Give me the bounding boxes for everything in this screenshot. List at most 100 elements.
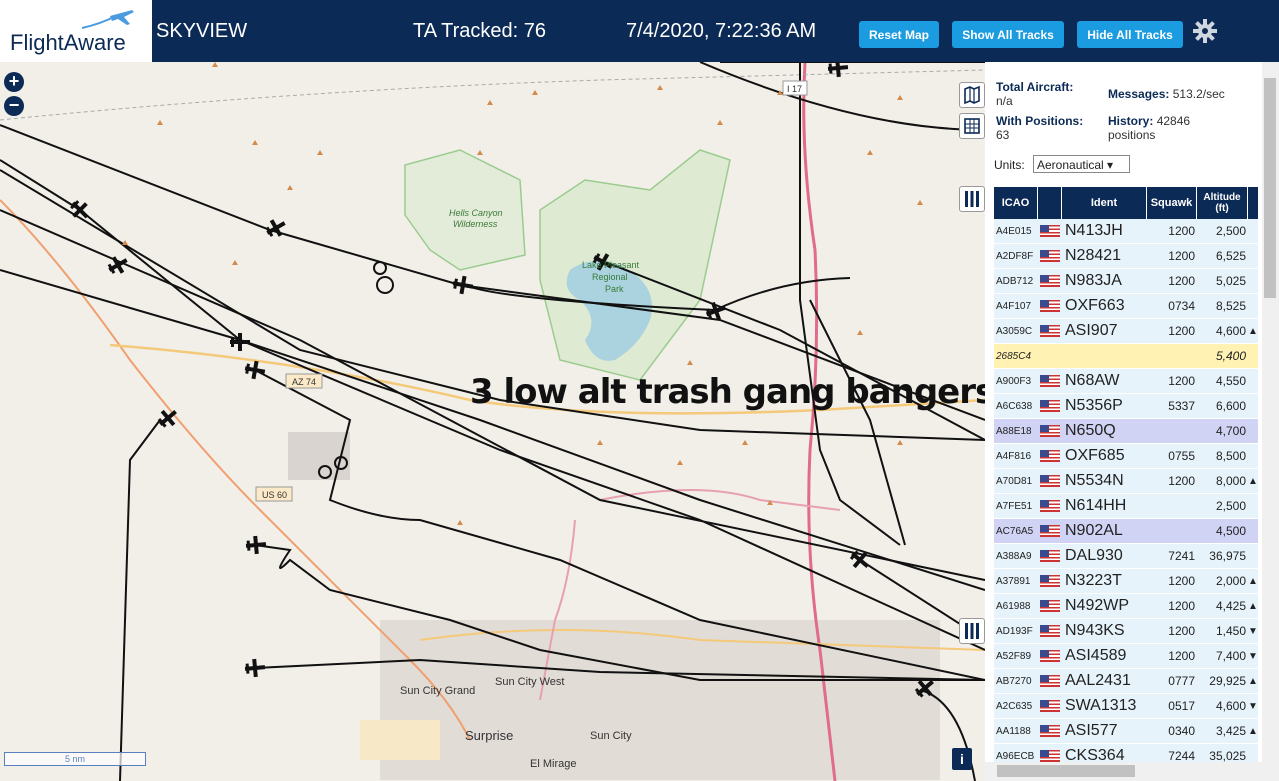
col-icao[interactable]: ICAO: [994, 187, 1038, 219]
icao-cell: A4F107: [996, 300, 1032, 312]
vertical-scroll-thumb[interactable]: [1264, 78, 1276, 298]
zoom-out-button[interactable]: −: [4, 96, 24, 116]
table-row[interactable]: A70D81 N5534N 1200 8,000 ▲: [994, 469, 1258, 494]
squawk-cell: 1200: [1168, 249, 1195, 263]
squawk-cell: 0517: [1168, 699, 1195, 713]
aircraft-icon[interactable]: [230, 333, 250, 351]
map-canvas[interactable]: Hells Canyon Wilderness Lake Pleasant Re…: [0, 62, 985, 781]
altitude-cell: 8,500: [1215, 449, 1246, 463]
squawk-cell: 1200: [1168, 599, 1195, 613]
grid-icon: [964, 118, 980, 134]
us-flag-icon: [1040, 450, 1060, 462]
squawk-cell: 0755: [1168, 449, 1195, 463]
table-row[interactable]: A37891 N3223T 1200 2,000 ▲: [994, 569, 1258, 594]
trend-cell: ▲: [1248, 575, 1258, 587]
reset-map-button[interactable]: Reset Map: [859, 21, 939, 48]
icao-cell: A37891: [996, 575, 1031, 587]
flightaware-logo[interactable]: FlightAware: [0, 0, 152, 62]
table-row[interactable]: A4E015 N413JH 1200 2,500: [994, 219, 1258, 244]
col-squawk[interactable]: Squawk: [1147, 187, 1197, 219]
table-row[interactable]: A88E18 N650Q 4,700: [994, 419, 1258, 444]
table-row[interactable]: A52F89 ASI4589 1200 7,400 ▼: [994, 644, 1258, 669]
lake-label-1: Lake Pleasant: [582, 260, 640, 270]
flag-cell: [1038, 725, 1062, 737]
ident-cell: DAL930: [1065, 547, 1123, 564]
horizontal-scroll-thumb[interactable]: [997, 765, 1135, 777]
aircraft-icon[interactable]: [263, 215, 289, 241]
map-layers-button[interactable]: [959, 82, 985, 108]
altitude-cell: 1,450: [1215, 624, 1246, 638]
table-row[interactable]: AA1188 ASI577 0340 3,425 ▲: [994, 719, 1258, 744]
squawk-cell: 0734: [1168, 299, 1195, 313]
info-button[interactable]: i: [952, 748, 972, 770]
boundary-line: [0, 69, 985, 121]
flag-cell: [1038, 225, 1062, 237]
us-flag-icon: [1040, 600, 1060, 612]
messages-label: Messages:: [1108, 87, 1170, 101]
us-flag-icon: [1040, 725, 1060, 737]
positions-stat: With Positions: 63: [996, 114, 1083, 142]
col-flag[interactable]: [1038, 187, 1062, 219]
ident-cell: OXF685: [1065, 447, 1125, 464]
map-icon: [964, 85, 980, 105]
trend-cell: ▲: [1248, 675, 1258, 687]
table-row[interactable]: AB7270 AAL2431 0777 29,925 ▲: [994, 669, 1258, 694]
us-flag-icon: [1040, 525, 1060, 537]
table-row[interactable]: A6C638 N5356P 5337 6,600: [994, 394, 1258, 419]
col-ident[interactable]: Ident: [1062, 187, 1147, 219]
show-all-tracks-button[interactable]: Show All Tracks: [952, 21, 1064, 48]
col-altitude[interactable]: Altitude (ft): [1197, 187, 1248, 219]
flag-cell: [1038, 550, 1062, 562]
table-row[interactable]: A2DF8F N28421 1200 6,525: [994, 244, 1258, 269]
icao-cell: 2685C4: [996, 350, 1032, 362]
aircraft-icon[interactable]: [452, 274, 475, 295]
us-flag-icon: [1040, 475, 1060, 487]
icao-cell: A4F816: [996, 450, 1032, 462]
trend-cell: ▲: [1248, 475, 1258, 487]
columns-button[interactable]: [959, 186, 985, 212]
aircraft-icon[interactable]: [67, 197, 94, 224]
icao-cell: AA1188: [996, 725, 1031, 737]
flag-cell: [1038, 575, 1062, 587]
table-row[interactable]: A61988 N492WP 1200 4,425 ▲: [994, 594, 1258, 619]
units-select[interactable]: Aeronautical ▾: [1033, 155, 1130, 173]
aircraft-icon[interactable]: [827, 62, 849, 78]
hide-all-tracks-button[interactable]: Hide All Tracks: [1077, 21, 1183, 48]
table-row[interactable]: A3059C ASI907 1200 4,600 ▲: [994, 319, 1258, 344]
table-row[interactable]: ADB712 N983JA 1200 5,025: [994, 269, 1258, 294]
squawk-cell: 1200: [1168, 574, 1195, 588]
us-flag-icon: [1040, 625, 1060, 637]
us-flag-icon: [1040, 300, 1060, 312]
icao-cell: AC76A5: [996, 525, 1034, 537]
altitude-cell: 6,600: [1215, 399, 1246, 413]
altitude-cell: 5,400: [1215, 349, 1246, 363]
table-row[interactable]: A900F3 N68AW 1200 4,550: [994, 369, 1258, 394]
table-row[interactable]: A4F107 OXF663 0734 8,525: [994, 294, 1258, 319]
table-row[interactable]: A7FE51 N614HH 2,500: [994, 494, 1258, 519]
table-row[interactable]: A2C635 SWA1313 0517 4,600 ▼: [994, 694, 1258, 719]
icao-cell: A61988: [996, 600, 1031, 612]
altitude-cell: 4,550: [1215, 374, 1246, 388]
table-row[interactable]: 2685C4 5,400: [994, 344, 1258, 369]
table-row[interactable]: AC76A5 N902AL 4,500: [994, 519, 1258, 544]
us60-label: US 60: [262, 490, 287, 500]
top-bar: FlightAware SKYVIEW TA Tracked: 76 7/4/2…: [0, 0, 1279, 62]
flag-cell: [1038, 300, 1062, 312]
flag-cell: [1038, 400, 1062, 412]
zoom-in-button[interactable]: +: [4, 72, 24, 92]
table-row[interactable]: A388A9 DAL930 7241 36,975: [994, 544, 1258, 569]
icao-cell: A2C635: [996, 700, 1033, 712]
panel-toggle-button[interactable]: [959, 618, 985, 644]
aircraft-icon[interactable]: [245, 535, 267, 555]
squawk-cell: 1200: [1168, 474, 1195, 488]
ident-cell: N614HH: [1065, 497, 1127, 514]
history-label: History:: [1108, 114, 1154, 128]
altitude-cell: 6,525: [1215, 249, 1246, 263]
grid-button[interactable]: [959, 113, 985, 139]
aircraft-icon[interactable]: [244, 658, 266, 678]
ident-cell: AAL2431: [1065, 672, 1131, 689]
map-view[interactable]: Hells Canyon Wilderness Lake Pleasant Re…: [0, 62, 985, 781]
gear-icon[interactable]: [1192, 18, 1218, 44]
table-row[interactable]: A4F816 OXF685 0755 8,500: [994, 444, 1258, 469]
table-row[interactable]: AD193F N943KS 1200 1,450 ▼: [994, 619, 1258, 644]
